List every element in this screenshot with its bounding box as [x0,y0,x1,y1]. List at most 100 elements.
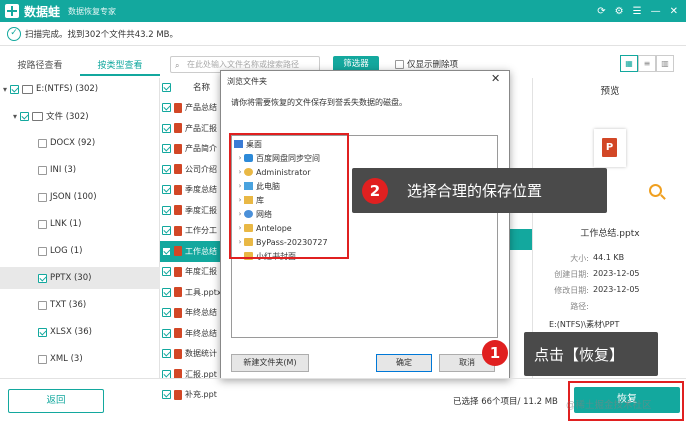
file-checkbox[interactable] [162,308,171,317]
file-name: 季度汇报 [185,205,217,215]
modified-value: 2023-12-05 [593,285,640,294]
dialog-close-icon[interactable]: ✕ [491,72,500,85]
tab-by-type[interactable]: 按类型查看 [80,56,160,76]
tree-type-item[interactable]: JSON (100) [0,186,160,208]
preview-file-name: 工作总结.pptx [580,229,640,239]
tree-type-item[interactable]: LNK (1) [0,213,160,235]
file-row[interactable]: 工具.pptx [160,282,220,303]
drive-icon [22,84,33,94]
file-row[interactable]: 公司介绍 [160,159,220,180]
back-button[interactable]: 返回 [8,389,104,413]
type-checkbox[interactable] [38,219,47,229]
tree-type-item[interactable]: XLSX (36) [0,321,160,343]
file-checkbox[interactable] [162,103,171,112]
minimize-icon[interactable]: — [651,6,661,17]
app-subtitle: 数据恢复专家 [68,6,117,16]
title-bar: 数据蛙 数据恢复专家 ⟳ ⚙ ☰ — ✕ [0,0,686,22]
view-tabs: 按路径查看 按类型查看 [0,56,160,76]
file-row[interactable]: 产品简介 [160,138,220,159]
chevron-down-icon[interactable]: ▾ [0,85,10,94]
name-column-header[interactable]: 名称 [193,81,210,93]
tree-type-item[interactable]: INI (3) [0,159,160,181]
tree-root[interactable]: ▾ E:(NTFS) (302) [0,78,160,100]
file-checkbox[interactable] [162,185,171,194]
file-row[interactable]: 年度汇报 [160,261,220,282]
type-checkbox[interactable] [38,327,47,337]
path-value: E:(NTFS)\素材\PPT [549,320,620,329]
type-checkbox[interactable] [38,138,47,148]
menu-icon[interactable]: ☰ [633,6,642,17]
file-name: 产品总结 [185,103,217,112]
file-checkbox[interactable] [162,226,171,235]
type-label: LOG (1) [50,246,83,256]
file-checkbox[interactable] [162,287,171,297]
type-label: INI (3) [50,165,77,175]
selected-row-edge [510,229,532,250]
file-name: 数据统计 [185,349,217,358]
type-checkbox[interactable] [38,354,47,364]
file-name: 年度汇报 [185,267,217,276]
tree-root-checkbox[interactable] [10,84,19,94]
file-row[interactable]: 产品总结 [160,97,220,118]
powerpoint-icon: P [602,138,617,157]
file-row[interactable]: 工作总结 [160,240,220,262]
file-checkbox[interactable] [162,205,171,215]
size-label: 大小: [570,254,589,263]
ok-button[interactable]: 确定 [376,354,432,372]
file-row[interactable]: 数据统计 [160,343,220,364]
show-deleted-toggle[interactable]: 仅显示删除项 [395,58,458,70]
callout-text-1: 点击【恢复】 [534,345,625,364]
tree-files[interactable]: ▾ 文件 (302) [0,105,160,127]
file-checkbox[interactable] [162,328,171,338]
file-checkbox[interactable] [162,164,171,174]
callout-save-location: 2 选择合理的保存位置 [352,168,607,213]
file-row[interactable]: 年终总结 [160,323,220,344]
search-icon: ⌕ [175,61,180,70]
tab-by-path[interactable]: 按路径查看 [0,56,80,76]
file-name: 季度总结 [185,185,217,194]
modified-row: 修改日期: 2023-12-05 [533,285,686,296]
created-row: 创建日期: 2023-12-05 [533,269,686,280]
new-folder-button[interactable]: 新建文件夹(M) [231,354,309,372]
detail-view-icon[interactable]: ▥ [656,55,674,72]
tree-root-label: E:(NTFS) (302) [36,84,99,94]
type-label: TXT (36) [50,300,87,310]
file-checkbox[interactable] [162,144,171,153]
pptx-file-icon [174,266,182,277]
tree-type-item[interactable]: LOG (1) [0,240,160,262]
show-deleted-checkbox[interactable] [395,59,404,69]
type-checkbox[interactable] [38,273,47,283]
tree-type-item[interactable]: PPTX (30) [0,267,160,289]
file-checkbox[interactable] [162,246,171,256]
tree-type-item[interactable]: XML (3) [0,348,160,370]
type-checkbox[interactable] [38,192,47,202]
settings-icon[interactable]: ⚙ [615,6,624,17]
refresh-icon[interactable]: ⟳ [597,6,605,17]
file-list: 名称 产品总结产品汇报 产品简介 公司介绍季度总结季度汇报工作分工 工作总结年度汇报工… [160,78,220,400]
tree-type-item[interactable]: TXT (36) [0,294,160,316]
type-checkbox[interactable] [38,300,47,310]
type-checkbox[interactable] [38,165,47,175]
close-icon[interactable]: ✕ [670,6,678,17]
file-row[interactable]: 产品汇报 [160,118,220,139]
file-row[interactable]: 工作分工 [160,220,220,241]
file-checkbox[interactable] [162,267,171,276]
files-icon [32,111,43,121]
preview-title: 预览 [600,86,620,97]
pptx-file-icon [174,307,182,318]
magnifier-icon[interactable] [649,184,662,197]
pptx-file-icon [174,225,182,236]
file-row[interactable]: 季度汇报 [160,200,220,221]
file-row[interactable]: 季度总结 [160,179,220,200]
chevron-down-icon[interactable]: ▾ [10,112,20,121]
grid-view-icon[interactable]: ▦ [620,55,638,72]
type-checkbox[interactable] [38,246,47,256]
select-all-checkbox[interactable] [162,82,171,92]
tree-files-checkbox[interactable] [20,111,29,121]
tree-type-item[interactable]: DOCX (92) [0,132,160,154]
list-view-icon[interactable]: ≡ [638,55,656,72]
file-row[interactable]: 年终总结 [160,302,220,323]
modified-label: 修改日期: [554,286,589,295]
file-checkbox[interactable] [162,349,171,358]
file-checkbox[interactable] [162,123,171,133]
